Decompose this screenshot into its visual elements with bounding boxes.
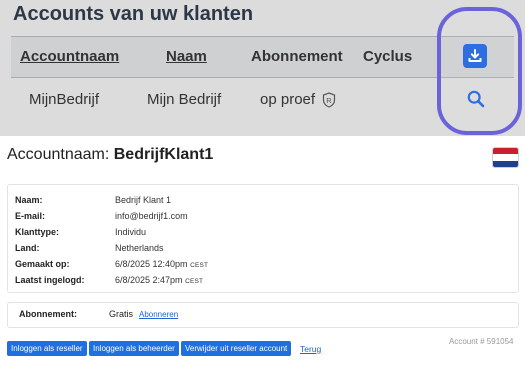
detail-label: Land: <box>15 243 40 253</box>
timezone: CEST <box>190 262 209 269</box>
trial-shield-icon: R <box>323 92 336 108</box>
cell-accountnaam: MijnBedrijf <box>29 91 100 108</box>
detail-value: 6/8/2025 2:47pm CEST <box>115 273 203 289</box>
detail-value: Individu <box>115 227 147 237</box>
search-button[interactable] <box>465 88 487 110</box>
svg-text:R: R <box>327 96 333 105</box>
column-header-cyclus: Cyclus <box>363 48 413 65</box>
column-header-accountnaam[interactable]: Accountnaam <box>20 48 119 65</box>
column-header-naam[interactable]: Naam <box>166 48 207 65</box>
detail-label: Klanttype: <box>15 227 60 237</box>
back-link[interactable]: Terug <box>300 344 321 354</box>
detail-value: Netherlands <box>115 243 164 253</box>
download-button[interactable] <box>463 44 487 68</box>
detail-value: info@bedrijf1.com <box>115 211 188 221</box>
detail-label: Laatst ingelogd: <box>15 275 85 285</box>
subscription-card: Abonnement: Gratis Abonneren <box>7 302 519 328</box>
subscription-value: Gratis <box>109 309 134 319</box>
download-icon <box>468 49 482 62</box>
subscription-label: Abonnement: <box>19 309 77 319</box>
search-icon <box>467 90 485 108</box>
detail-label: Gemaakt op: <box>15 259 70 269</box>
netherlands-flag-icon <box>492 147 519 168</box>
account-details-card: Naam: Bedrijf Klant 1 E-mail: info@bedri… <box>7 184 519 293</box>
detail-value: Bedrijf Klant 1 <box>115 195 172 205</box>
accounts-overview-panel: Accounts van uw klanten Accountnaam Naam… <box>0 0 525 136</box>
account-number: Account # 591054 <box>449 337 514 346</box>
login-as-reseller-button[interactable]: Inloggen als reseller <box>7 341 87 356</box>
cell-naam: Mijn Bedrijf <box>147 91 222 108</box>
cell-abonnement: op proef R <box>260 91 336 108</box>
abonnement-status: op proef <box>260 91 316 108</box>
account-title-value: BedrijfKlant1 <box>113 146 214 163</box>
remove-from-reseller-button[interactable]: Verwijder uit reseller account <box>181 341 292 356</box>
detail-label: E-mail: <box>15 211 46 221</box>
detail-label: Naam: <box>15 195 43 205</box>
last-login-datetime: 6/8/2025 2:47pm <box>115 275 183 285</box>
detail-value: 6/8/2025 12:40pm CEST <box>115 257 208 273</box>
overview-title: Accounts van uw klanten <box>13 3 254 25</box>
page-title: Accountnaam: BedrijfKlant1 <box>7 146 213 164</box>
account-title-label: Accountnaam: <box>7 146 110 163</box>
created-datetime: 6/8/2025 12:40pm <box>115 259 188 269</box>
subscribe-link[interactable]: Abonneren <box>139 310 178 319</box>
action-column-highlight <box>437 7 522 135</box>
login-as-admin-button[interactable]: Inloggen als beheerder <box>89 341 179 356</box>
column-header-abonnement: Abonnement <box>251 48 343 65</box>
timezone: CEST <box>185 278 204 285</box>
